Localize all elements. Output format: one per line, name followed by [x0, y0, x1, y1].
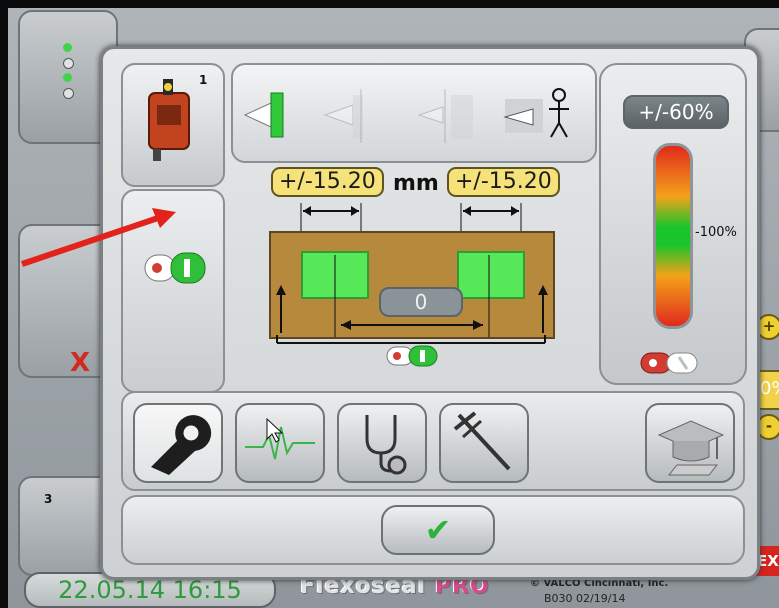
- stethoscope-icon: [365, 415, 407, 475]
- confirm-button[interactable]: ✔: [381, 505, 495, 555]
- left-tolerance-field[interactable]: +/-15.20: [271, 167, 384, 197]
- carton-board: 0: [269, 231, 555, 339]
- diagnostics-tab-button[interactable]: [337, 403, 427, 483]
- training-icon: [657, 420, 725, 476]
- pattern-selector[interactable]: [231, 63, 597, 163]
- position-gauge-panel: +/-60% -100%: [599, 63, 747, 385]
- build-version: B030 02/19/14: [544, 592, 626, 605]
- dialog-footer: ✔: [121, 495, 745, 565]
- settings-tab-button[interactable]: [133, 403, 223, 483]
- gauge-mark-label: -100%: [695, 225, 737, 240]
- pattern-operator-icon: [503, 88, 569, 138]
- pattern-icons: [243, 88, 569, 143]
- tool-bar: [121, 391, 745, 491]
- gauge-range-label: +/-60%: [623, 95, 729, 129]
- position-gauge: [653, 143, 693, 329]
- caliper-icon: [453, 411, 511, 471]
- pattern-double-icon: [417, 89, 473, 143]
- pattern-left-icon: [243, 92, 284, 138]
- settings-wrench-icon: [151, 415, 212, 475]
- gauge-toggle-icon[interactable]: [637, 349, 707, 377]
- reference-lines: [276, 335, 546, 367]
- signal-tab-button[interactable]: [235, 403, 325, 483]
- right-tolerance-field[interactable]: +/-15.20: [447, 167, 560, 197]
- pattern-center-icon: [323, 89, 363, 143]
- hmi-screen: X 3 + 0% - EXI 22.05.14 16:15 Flexoseal …: [8, 8, 779, 608]
- annotation-arrow-icon: [21, 208, 176, 267]
- training-tab-button[interactable]: [645, 403, 735, 483]
- calibration-tab-button[interactable]: [439, 403, 529, 483]
- offset-arrows: [276, 255, 548, 337]
- error-mark: X: [70, 348, 91, 378]
- tolerance-unit: mm: [393, 171, 439, 196]
- signal-trace-icon: [245, 417, 315, 460]
- module-number: 3: [44, 492, 53, 506]
